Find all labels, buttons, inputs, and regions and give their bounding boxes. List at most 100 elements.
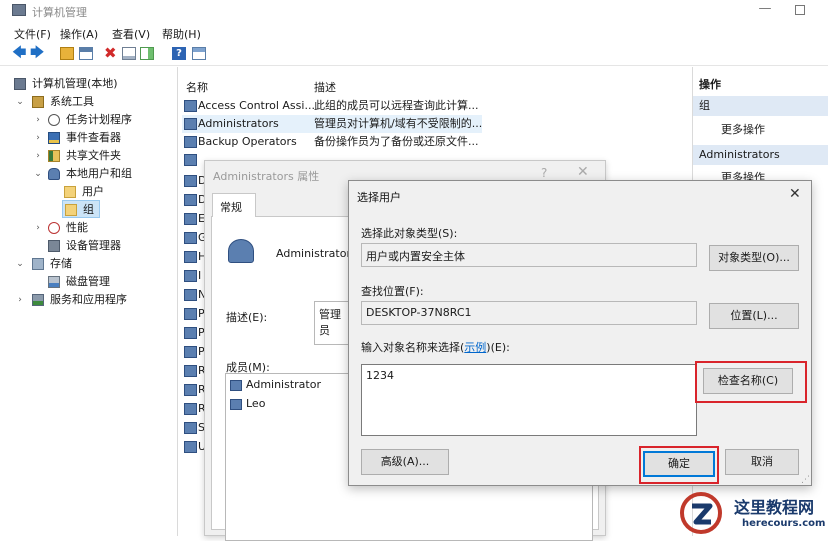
group-name-text: Administrators (276, 247, 357, 260)
list-row[interactable]: H (182, 248, 206, 266)
locations-button[interactable]: 位置(L)... (709, 303, 799, 329)
storage-icon (32, 258, 44, 270)
help-icon[interactable]: ? (172, 47, 186, 60)
tree-item-label: 本地用户和组 (66, 167, 132, 180)
view-icon[interactable] (192, 47, 206, 60)
list-row[interactable]: Access Control Assi... 此组的成员可以远程查询此计算... (182, 97, 482, 115)
shared-folder-icon (48, 150, 60, 162)
services-icon (32, 294, 44, 306)
close-button[interactable]: ✕ (577, 164, 589, 180)
navigation-tree: 计算机管理(本地) ⌄ 系统工具 › 任务计划程序 › 事件查看器 › 共享文件… (0, 67, 178, 536)
forward-arrow-icon[interactable]: 🡆 (30, 46, 44, 60)
list-row[interactable]: G (182, 229, 207, 247)
object-types-button[interactable]: 对象类型(O)... (709, 245, 799, 271)
folder-icon (64, 186, 76, 198)
column-header-description[interactable]: 描述 (314, 79, 336, 95)
dialog-title: 选择用户 (357, 191, 401, 204)
group-icon (184, 232, 197, 244)
users-icon (48, 168, 60, 180)
list-row[interactable]: Backup Operators 备份操作员为了备份或还原文件... (182, 133, 482, 151)
menu-action[interactable]: 操作(A) (60, 26, 98, 42)
object-type-label: 选择此对象类型(S): (361, 227, 458, 240)
list-row[interactable]: S (182, 419, 205, 437)
tree-item-groups[interactable]: 组 (62, 200, 100, 218)
help-button[interactable]: ? (541, 166, 547, 180)
column-header-name[interactable]: 名称 (186, 79, 208, 95)
location-label: 查找位置(F): (361, 285, 424, 298)
chevron-right-icon[interactable]: › (32, 129, 44, 147)
tree-item-label: 性能 (66, 221, 88, 234)
resize-grip-icon[interactable]: ⋰ (801, 475, 810, 485)
computer-management-icon (14, 78, 26, 90)
examples-link[interactable]: 示例 (464, 341, 486, 354)
highlight-box (695, 361, 807, 403)
object-names-input[interactable]: 1234 (361, 364, 697, 436)
list-row[interactable]: R (182, 400, 206, 418)
clock-icon (48, 114, 60, 126)
toolbar: 🡄 🡆 ✖ ? (0, 42, 828, 66)
folder-icon (65, 204, 77, 216)
group-icon (184, 136, 197, 148)
group-description: 管理员对计算机/域有不受限制的... (314, 117, 483, 130)
show-pane-icon[interactable] (79, 47, 93, 60)
properties-dialog-title: Administrators 属性 (213, 170, 320, 183)
minimize-button[interactable]: — (757, 2, 773, 16)
list-row[interactable]: E (182, 210, 205, 228)
cancel-button[interactable]: 取消 (725, 449, 799, 475)
group-description: 此组的成员可以远程查询此计算... (314, 99, 479, 112)
list-row[interactable]: D (182, 191, 206, 209)
group-name: Backup Operators (198, 135, 297, 148)
export-icon[interactable] (140, 47, 154, 60)
properties-icon[interactable] (122, 47, 136, 60)
actions-section-administrators[interactable]: Administrators (693, 145, 828, 165)
member-name: Administrator (246, 378, 321, 391)
member-name: Leo (246, 397, 266, 410)
tree-item-label: 用户 (82, 185, 104, 198)
chevron-right-icon[interactable]: › (14, 291, 26, 309)
menu-help[interactable]: 帮助(H) (162, 26, 201, 42)
close-button[interactable]: ✕ (789, 186, 801, 202)
chevron-down-icon[interactable]: ⌄ (14, 255, 26, 273)
group-name: Access Control Assi... (198, 99, 315, 112)
tree-item-label: 组 (83, 203, 94, 216)
list-row[interactable]: P (182, 343, 205, 361)
list-row[interactable]: P (182, 324, 205, 342)
chevron-right-icon[interactable]: › (32, 147, 44, 165)
group-icon (184, 270, 197, 282)
group-icon (184, 175, 197, 187)
menu-bar: 文件(F) 操作(A) 查看(V) 帮助(H) (0, 22, 828, 42)
list-row[interactable] (182, 151, 202, 169)
delete-icon[interactable]: ✖ (104, 46, 118, 61)
tools-icon (32, 96, 44, 108)
chevron-down-icon[interactable]: ⌄ (32, 165, 44, 183)
chevron-right-icon[interactable]: › (32, 111, 44, 129)
list-row[interactable]: I (182, 267, 204, 285)
chevron-down-icon[interactable]: ⌄ (14, 93, 26, 111)
group-icon (184, 251, 197, 263)
chevron-right-icon[interactable]: › (32, 219, 44, 237)
list-row[interactable]: R (182, 362, 206, 380)
list-row-selected[interactable]: Administrators 管理员对计算机/域有不受限制的... (182, 115, 482, 133)
label-text: 输入对象名称来选择( (361, 341, 465, 354)
description-field[interactable]: 管理员 (314, 301, 350, 345)
up-folder-icon[interactable] (60, 47, 74, 60)
list-row[interactable]: N (182, 286, 206, 304)
list-row[interactable]: D (182, 172, 206, 190)
maximize-button[interactable] (795, 5, 805, 15)
advanced-button[interactable]: 高级(A)... (361, 449, 449, 475)
list-row[interactable]: U (182, 438, 206, 456)
back-arrow-icon[interactable]: 🡄 (12, 46, 26, 60)
actions-section-groups[interactable]: 组 (693, 96, 828, 116)
title-bar: 计算机管理 — (0, 0, 828, 22)
menu-view[interactable]: 查看(V) (112, 26, 150, 42)
tab-general[interactable]: 常规 (212, 193, 256, 217)
tree-item-label: 存储 (50, 257, 72, 270)
list-row[interactable]: R (182, 381, 206, 399)
menu-file[interactable]: 文件(F) (14, 26, 51, 42)
list-row[interactable]: P (182, 305, 205, 323)
disk-icon (48, 276, 60, 288)
group-icon (184, 365, 197, 377)
group-large-icon (228, 239, 254, 263)
more-actions-link[interactable]: 更多操作 (721, 121, 765, 137)
group-name: Administrators (198, 117, 279, 130)
